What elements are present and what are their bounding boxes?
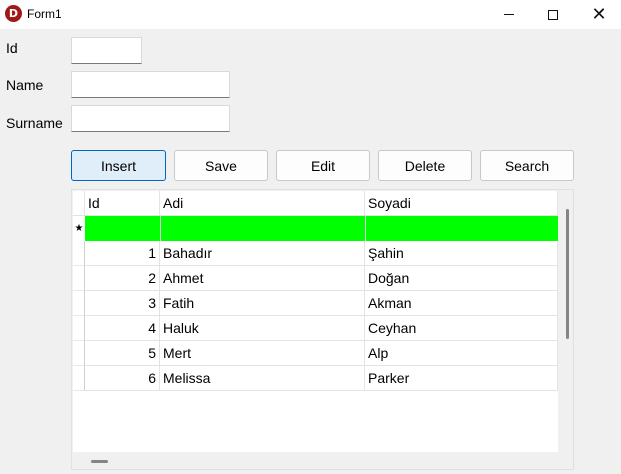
horizontal-scrollbar[interactable]	[91, 460, 108, 463]
cell-adi[interactable]: Melissa	[160, 366, 365, 391]
cell-id[interactable]: 5	[85, 341, 160, 366]
id-field[interactable]	[71, 37, 142, 64]
title-bar: D Form1 ✕	[0, 0, 621, 29]
save-button[interactable]: Save	[174, 150, 268, 181]
row-header[interactable]	[73, 316, 85, 341]
cell-id[interactable]: 2	[85, 266, 160, 291]
cell-id[interactable]: 6	[85, 366, 160, 391]
delete-button[interactable]: Delete	[378, 150, 472, 181]
window-title: Form1	[27, 7, 62, 21]
column-header-soyadi[interactable]: Soyadi	[365, 191, 558, 216]
insert-button[interactable]: Insert	[71, 150, 166, 181]
row-header[interactable]	[73, 266, 85, 291]
name-label: Name	[6, 77, 44, 93]
app-icon[interactable]: D	[5, 5, 22, 22]
row-header[interactable]	[73, 291, 85, 316]
surname-field[interactable]	[71, 105, 230, 132]
cell-adi[interactable]: Ahmet	[160, 266, 365, 291]
cell-adi[interactable]: Haluk	[160, 316, 365, 341]
column-header-adi[interactable]: Adi	[160, 191, 365, 216]
close-icon: ✕	[591, 3, 607, 25]
name-field[interactable]	[71, 71, 230, 98]
close-button[interactable]: ✕	[576, 0, 621, 29]
minimize-button[interactable]	[486, 0, 532, 29]
edit-button[interactable]: Edit	[276, 150, 370, 181]
cell-soyadi[interactable]: Parker	[365, 366, 558, 391]
corner-header[interactable]	[73, 191, 85, 216]
maximize-button[interactable]	[530, 0, 576, 29]
new-row-marker-icon: ★	[74, 223, 84, 234]
cell-id[interactable]: 4	[85, 316, 160, 341]
cell-soyadi[interactable]: Şahin	[365, 241, 558, 266]
row-header[interactable]	[73, 341, 85, 366]
id-label: Id	[6, 40, 18, 56]
cell-id[interactable]: 1	[85, 241, 160, 266]
new-row-divider	[160, 216, 161, 241]
cell-soyadi[interactable]: Alp	[365, 341, 558, 366]
cell-adi[interactable]: Fatih	[160, 291, 365, 316]
search-button[interactable]: Search	[480, 150, 574, 181]
cell-adi[interactable]: Bahadır	[160, 241, 365, 266]
cell-soyadi[interactable]: Ceyhan	[365, 316, 558, 341]
minimize-icon	[504, 14, 514, 15]
cell-adi[interactable]: Mert	[160, 341, 365, 366]
new-row-divider	[365, 216, 366, 241]
row-header[interactable]	[73, 241, 85, 266]
new-row[interactable]	[85, 216, 558, 241]
grid-body: Id Adi Soyadi ★ 1 Bahadır Şahin 2 Ahmet Doğan…	[73, 191, 569, 463]
maximize-icon	[548, 9, 558, 20]
cell-id[interactable]: 3	[85, 291, 160, 316]
cell-soyadi[interactable]: Doğan	[365, 266, 558, 291]
vertical-scrollbar[interactable]	[566, 209, 569, 339]
row-header[interactable]	[73, 366, 85, 391]
column-header-id[interactable]: Id	[85, 191, 160, 216]
cell-soyadi[interactable]: Akman	[365, 291, 558, 316]
surname-label: Surname	[6, 115, 63, 131]
data-grid[interactable]: Id Adi Soyadi ★ 1 Bahadır Şahin 2 Ahmet Doğan…	[71, 189, 574, 470]
